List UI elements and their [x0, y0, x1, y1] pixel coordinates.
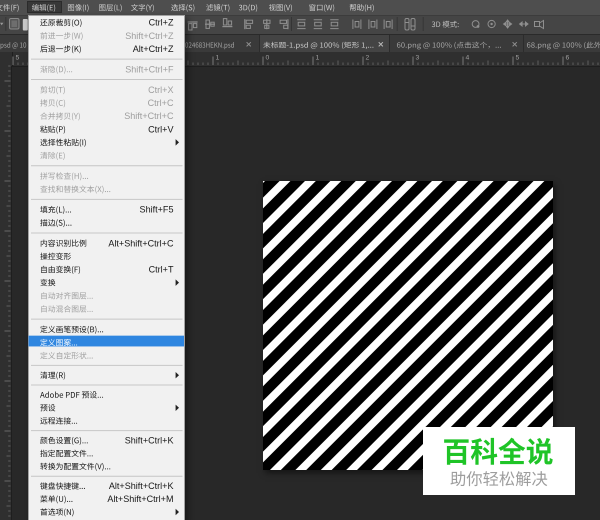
svg-text:Ctrl+Z: Ctrl+Z — [149, 18, 174, 28]
svg-text:Shift+Ctrl+K: Shift+Ctrl+K — [125, 436, 174, 446]
svg-text:Ctrl+C: Ctrl+C — [148, 98, 174, 108]
svg-text:Shift+Ctrl+Z: Shift+Ctrl+Z — [125, 31, 174, 41]
svg-text:Alt+Shift+Ctrl+M: Alt+Shift+Ctrl+M — [107, 494, 173, 504]
svg-text:Ctrl+T: Ctrl+T — [149, 265, 174, 275]
svg-text:Shift+Ctrl+C: Shift+Ctrl+C — [124, 111, 174, 121]
svg-text:Shift+F5: Shift+F5 — [140, 205, 174, 215]
svg-text:Ctrl+X: Ctrl+X — [148, 85, 173, 95]
svg-text:Ctrl+V: Ctrl+V — [148, 124, 173, 134]
svg-text:Shift+Ctrl+F: Shift+Ctrl+F — [125, 64, 174, 74]
svg-text:Alt+Shift+Ctrl+C: Alt+Shift+Ctrl+C — [108, 238, 174, 248]
svg-text:Alt+Shift+Ctrl+K: Alt+Shift+Ctrl+K — [109, 481, 174, 491]
svg-text:Alt+Ctrl+Z: Alt+Ctrl+Z — [133, 44, 174, 54]
